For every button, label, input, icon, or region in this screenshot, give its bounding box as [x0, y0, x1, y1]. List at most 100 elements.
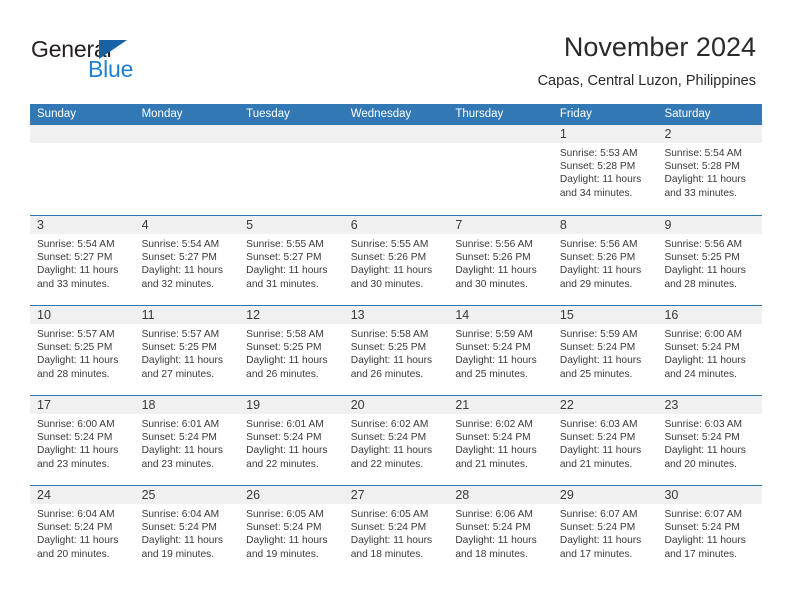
sunset-text: Sunset: 5:26 PM	[455, 252, 531, 264]
calendar-weeks: 1 Sunrise: 5:53 AM Sunset: 5:28 PM Daylight…	[30, 125, 763, 575]
sunrise-text: Sunrise: 5:56 AM	[559, 239, 638, 250]
calendar-day-cell[interactable]: 30 Sunrise: 6:07 AM Sunset: 5:24 PM Dayligh…	[657, 486, 763, 574]
day-sun-info: Sunrise: 6:05 AM Sunset: 5:24 PM Daylight:…	[239, 504, 344, 561]
daylight-text: Daylight: 11 hours and 20 minutes.	[37, 535, 119, 560]
day-sun-info: Sunrise: 6:01 AM Sunset: 5:24 PM Daylight:…	[239, 414, 344, 471]
day-number: 10	[30, 306, 135, 324]
day-number: 8	[552, 216, 658, 234]
calendar-day-cell[interactable]: 26 Sunrise: 6:05 AM Sunset: 5:24 PM Dayligh…	[239, 486, 344, 574]
calendar-day-cell[interactable]: 2 Sunrise: 5:54 AM Sunset: 5:28 PM Daylight…	[657, 125, 763, 213]
day-number	[30, 125, 135, 143]
sunset-text: Sunset: 5:25 PM	[246, 342, 322, 354]
calendar-day-cell[interactable]: 4 Sunrise: 5:54 AM Sunset: 5:27 PM Daylight…	[134, 216, 240, 304]
day-number: 9	[657, 216, 763, 234]
daylight-text: Daylight: 11 hours and 21 minutes.	[455, 445, 537, 470]
day-sun-info: Sunrise: 6:06 AM Sunset: 5:24 PM Daylight:…	[448, 504, 553, 561]
calendar-page: General Blue November 2024 Capas, Centra…	[0, 0, 792, 612]
calendar-day-cell[interactable]: 27 Sunrise: 6:05 AM Sunset: 5:24 PM Dayligh…	[343, 486, 449, 574]
day-number: 30	[657, 486, 763, 504]
sunrise-text: Sunrise: 6:03 AM	[559, 419, 638, 430]
day-sun-info: Sunrise: 5:59 AM Sunset: 5:24 PM Daylight:…	[448, 324, 553, 381]
day-sun-info: Sunrise: 6:02 AM Sunset: 5:24 PM Daylight:…	[344, 414, 449, 471]
calendar-day-cell[interactable]: 24 Sunrise: 6:04 AM Sunset: 5:24 PM Dayligh…	[30, 486, 135, 574]
calendar-day-cell[interactable]: 10 Sunrise: 5:57 AM Sunset: 5:25 PM Dayligh…	[30, 306, 135, 394]
calendar-day-cell[interactable]: 22 Sunrise: 6:03 AM Sunset: 5:24 PM Dayligh…	[552, 396, 658, 484]
day-number: 2	[657, 125, 763, 143]
calendar-day-cell[interactable]: 5 Sunrise: 5:55 AM Sunset: 5:27 PM Daylight…	[239, 216, 344, 304]
day-number: 14	[448, 306, 553, 324]
daylight-text: Daylight: 11 hours and 26 minutes.	[350, 355, 433, 380]
calendar-day-cell[interactable]: 1 Sunrise: 5:53 AM Sunset: 5:28 PM Daylight…	[552, 125, 658, 213]
calendar-day-cell[interactable]: 6 Sunrise: 5:55 AM Sunset: 5:26 PM Daylight…	[343, 216, 449, 304]
daylight-text: Daylight: 11 hours and 29 minutes.	[559, 265, 642, 290]
daylight-text: Daylight: 11 hours and 34 minutes.	[559, 174, 642, 199]
day-sun-info: Sunrise: 5:56 AM Sunset: 5:26 PM Daylight:…	[448, 234, 553, 291]
calendar-grid: Sunday Monday Tuesday Wednesday Thursday…	[30, 104, 763, 575]
day-number: 21	[448, 396, 553, 414]
calendar-day-cell[interactable]: 17 Sunrise: 6:00 AM Sunset: 5:24 PM Dayligh…	[30, 396, 135, 484]
day-number: 11	[134, 306, 240, 324]
day-number	[343, 125, 449, 143]
sunset-text: Sunset: 5:24 PM	[559, 522, 636, 534]
day-sun-info: Sunrise: 5:54 AM Sunset: 5:27 PM Daylight:…	[135, 234, 240, 291]
calendar-week-row: 1 Sunrise: 5:53 AM Sunset: 5:28 PM Daylight…	[30, 125, 763, 215]
calendar-day-cell[interactable]: 13 Sunrise: 5:58 AM Sunset: 5:25 PM Dayligh…	[343, 306, 449, 394]
daylight-text: Daylight: 11 hours and 19 minutes.	[141, 535, 223, 560]
daylight-text: Daylight: 11 hours and 27 minutes.	[141, 355, 223, 380]
calendar-day-cell[interactable]: 29 Sunrise: 6:07 AM Sunset: 5:24 PM Dayligh…	[552, 486, 658, 574]
calendar-day-cell[interactable]: 16 Sunrise: 6:00 AM Sunset: 5:24 PM Dayligh…	[657, 306, 763, 394]
sunrise-text: Sunrise: 5:56 AM	[664, 239, 743, 250]
daylight-text: Daylight: 11 hours and 17 minutes.	[664, 535, 746, 560]
sunrise-text: Sunrise: 6:07 AM	[559, 509, 638, 520]
page-subtitle: Capas, Central Luzon, Philippines	[537, 73, 756, 89]
calendar-day-cell[interactable]: 19 Sunrise: 6:01 AM Sunset: 5:24 PM Dayligh…	[239, 396, 344, 484]
day-sun-info: Sunrise: 6:05 AM Sunset: 5:24 PM Daylight:…	[344, 504, 449, 561]
sunset-text: Sunset: 5:27 PM	[246, 252, 322, 264]
day-number: 7	[448, 216, 553, 234]
calendar-day-cell[interactable]: 25 Sunrise: 6:04 AM Sunset: 5:24 PM Dayligh…	[134, 486, 240, 574]
sunrise-text: Sunrise: 6:03 AM	[664, 419, 743, 430]
weekday-header-sunday: Sunday	[37, 108, 77, 120]
sunrise-text: Sunrise: 6:05 AM	[246, 509, 324, 520]
daylight-text: Daylight: 11 hours and 24 minutes.	[664, 355, 746, 380]
calendar-day-cell[interactable]: 14 Sunrise: 5:59 AM Sunset: 5:24 PM Dayligh…	[448, 306, 553, 394]
calendar-day-cell[interactable]: 9 Sunrise: 5:56 AM Sunset: 5:25 PM Daylight…	[657, 216, 763, 304]
sunrise-text: Sunrise: 6:07 AM	[664, 509, 743, 520]
sunset-text: Sunset: 5:24 PM	[664, 432, 740, 444]
sunrise-text: Sunrise: 6:04 AM	[37, 509, 115, 520]
calendar-day-cell[interactable]: 15 Sunrise: 5:59 AM Sunset: 5:24 PM Dayligh…	[552, 306, 658, 394]
calendar-day-cell[interactable]: 8 Sunrise: 5:56 AM Sunset: 5:26 PM Daylight…	[552, 216, 658, 304]
daylight-text: Daylight: 11 hours and 22 minutes.	[350, 445, 433, 470]
sunset-text: Sunset: 5:27 PM	[141, 252, 217, 264]
day-number: 15	[552, 306, 658, 324]
day-sun-info: Sunrise: 5:53 AM Sunset: 5:28 PM Daylight:…	[553, 143, 658, 200]
calendar-day-cell-empty	[448, 125, 553, 213]
day-number: 12	[239, 306, 344, 324]
calendar-day-cell[interactable]: 7 Sunrise: 5:56 AM Sunset: 5:26 PM Daylight…	[448, 216, 553, 304]
day-number: 18	[134, 396, 240, 414]
daylight-text: Daylight: 11 hours and 28 minutes.	[37, 355, 119, 380]
day-number: 25	[134, 486, 240, 504]
sunset-text: Sunset: 5:27 PM	[37, 252, 113, 264]
daylight-text: Daylight: 11 hours and 18 minutes.	[350, 535, 433, 560]
sunrise-text: Sunrise: 6:02 AM	[455, 419, 533, 430]
day-number	[134, 125, 240, 143]
calendar-day-cell[interactable]: 23 Sunrise: 6:03 AM Sunset: 5:24 PM Dayligh…	[657, 396, 763, 484]
calendar-day-cell[interactable]: 28 Sunrise: 6:06 AM Sunset: 5:24 PM Dayligh…	[448, 486, 553, 574]
day-sun-info: Sunrise: 6:04 AM Sunset: 5:24 PM Daylight:…	[135, 504, 240, 561]
calendar-day-cell[interactable]: 18 Sunrise: 6:01 AM Sunset: 5:24 PM Dayligh…	[134, 396, 240, 484]
sunset-text: Sunset: 5:28 PM	[664, 161, 740, 173]
calendar-day-cell[interactable]: 12 Sunrise: 5:58 AM Sunset: 5:25 PM Dayligh…	[239, 306, 344, 394]
sunset-text: Sunset: 5:24 PM	[246, 432, 322, 444]
weekday-header-saturday: Saturday	[664, 108, 711, 120]
day-sun-info: Sunrise: 5:58 AM Sunset: 5:25 PM Daylight:…	[239, 324, 344, 381]
logo-text-blue: Blue	[88, 56, 134, 82]
calendar-day-cell[interactable]: 3 Sunrise: 5:54 AM Sunset: 5:27 PM Daylight…	[30, 216, 135, 304]
calendar-day-cell[interactable]: 21 Sunrise: 6:02 AM Sunset: 5:24 PM Dayligh…	[448, 396, 553, 484]
sunrise-text: Sunrise: 6:00 AM	[664, 329, 743, 340]
day-sun-info: Sunrise: 6:00 AM Sunset: 5:24 PM Daylight:…	[657, 324, 762, 381]
sunset-text: Sunset: 5:24 PM	[559, 432, 636, 444]
calendar-day-cell[interactable]: 11 Sunrise: 5:57 AM Sunset: 5:25 PM Dayligh…	[134, 306, 240, 394]
calendar-day-cell[interactable]: 20 Sunrise: 6:02 AM Sunset: 5:24 PM Dayligh…	[343, 396, 449, 484]
sunrise-text: Sunrise: 5:59 AM	[455, 329, 533, 340]
